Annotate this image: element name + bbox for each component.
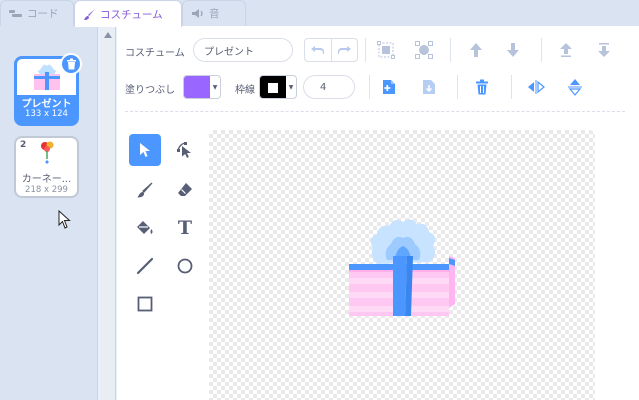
gift-drawing [349,219,455,316]
brush-icon [137,182,153,198]
undo-redo-group [304,38,358,62]
trash-icon [476,79,488,95]
tab-code-label: コード [27,8,59,20]
outline-label: 枠線 [235,85,255,96]
tab-sound-label: 音 [209,8,220,20]
delete-button[interactable] [471,76,493,98]
paste-button[interactable] [418,76,440,98]
toolbar-divider [450,38,451,62]
copy-icon [383,80,395,94]
flip-horizontal-button[interactable] [525,76,547,98]
speaker-icon [192,9,203,18]
toolbar-divider [541,38,542,62]
bucket-icon [137,221,153,234]
outline-color-picker[interactable]: ▼ [259,75,297,99]
reshape-tool[interactable] [169,134,201,166]
ungroup-button[interactable] [413,39,435,61]
toolbar-divider [511,75,512,99]
select-tool[interactable] [129,134,161,166]
copy-button[interactable] [378,76,400,98]
toolbar-divider [365,38,366,62]
carnation-thumbnail-icon [40,141,53,164]
tab-bar: コード コスチューム 音 [0,0,639,27]
trash-icon [66,58,76,70]
undo-icon [310,46,324,54]
chevron-down-icon: ▼ [288,83,294,91]
backward-button[interactable] [502,39,524,61]
group-icon [377,41,395,59]
costume-list: 1 プレゼント 133 x 124 2 カーネー... 218 x 299 [0,26,98,400]
scroll-up-icon [104,32,112,38]
ungroup-icon [415,41,433,59]
circle-icon [177,258,193,274]
toolbar-divider [369,75,370,99]
flip-vertical-icon [568,79,582,96]
costume-name-label: コスチューム [125,48,185,59]
chevron-down-icon: ▼ [212,83,218,91]
fill-tool[interactable] [129,212,161,244]
tab-sound[interactable]: 音 [182,0,246,26]
tab-code[interactable]: コード [0,0,74,26]
delete-costume-button[interactable] [60,53,82,75]
arrow-up-icon [470,43,482,57]
undo-button[interactable] [305,39,331,61]
paint-editor: コスチューム 塗りつぶし ▼ 枠線 ▼ [117,26,639,400]
group-button[interactable] [375,39,397,61]
flip-horizontal-icon [528,80,545,94]
tab-costume-label: コスチューム [100,8,163,21]
paint-canvas[interactable] [209,130,595,400]
outline-width-input[interactable] [303,75,355,99]
costume-size: 218 x 299 [25,185,68,195]
front-button[interactable] [555,39,577,61]
costume-name: カーネー... [21,174,72,185]
line-tool[interactable] [129,250,161,282]
costume-index: 1 [21,61,28,71]
outline-color-swatch [260,76,286,98]
reshape-icon [177,142,191,158]
costume-name: プレゼント [21,99,72,110]
costume-index: 2 [20,140,27,150]
code-blocks-icon [9,9,22,17]
fill-color-swatch [184,76,210,98]
text-icon: T [177,217,193,239]
rectangle-tool[interactable] [129,288,161,320]
text-tool[interactable]: T [169,212,201,244]
forward-button[interactable] [465,39,487,61]
costume-item[interactable]: 1 プレゼント 133 x 124 [14,53,82,126]
flip-vertical-button[interactable] [564,76,586,98]
mouse-cursor-icon [58,210,71,229]
fill-color-picker[interactable]: ▼ [183,75,221,99]
tab-costume[interactable]: コスチューム [74,0,182,27]
fill-label: 塗りつぶし [125,85,176,96]
brush-tool[interactable] [129,174,161,206]
costume-list-scrollbar[interactable] [100,26,116,400]
arrow-down-icon [507,43,519,57]
toolbar-divider [125,111,625,112]
toolbar-divider [457,75,458,99]
brush-icon [84,8,95,20]
send-back-icon [598,43,610,57]
costume-item[interactable]: 2 カーネー... 218 x 299 [14,136,79,198]
paste-icon [423,80,435,94]
costume-size: 133 x 124 [25,109,68,119]
costume-name-input[interactable] [193,38,293,62]
arrow-icon [140,143,150,157]
rectangle-icon [137,296,153,312]
bring-front-icon [560,43,572,57]
redo-icon [338,46,352,54]
eraser-icon [178,183,192,196]
redo-button[interactable] [330,39,358,61]
line-icon [136,257,154,275]
eraser-tool[interactable] [169,174,201,206]
circle-tool[interactable] [169,250,201,282]
gift-thumbnail-icon [33,64,60,90]
back-button[interactable] [593,39,615,61]
